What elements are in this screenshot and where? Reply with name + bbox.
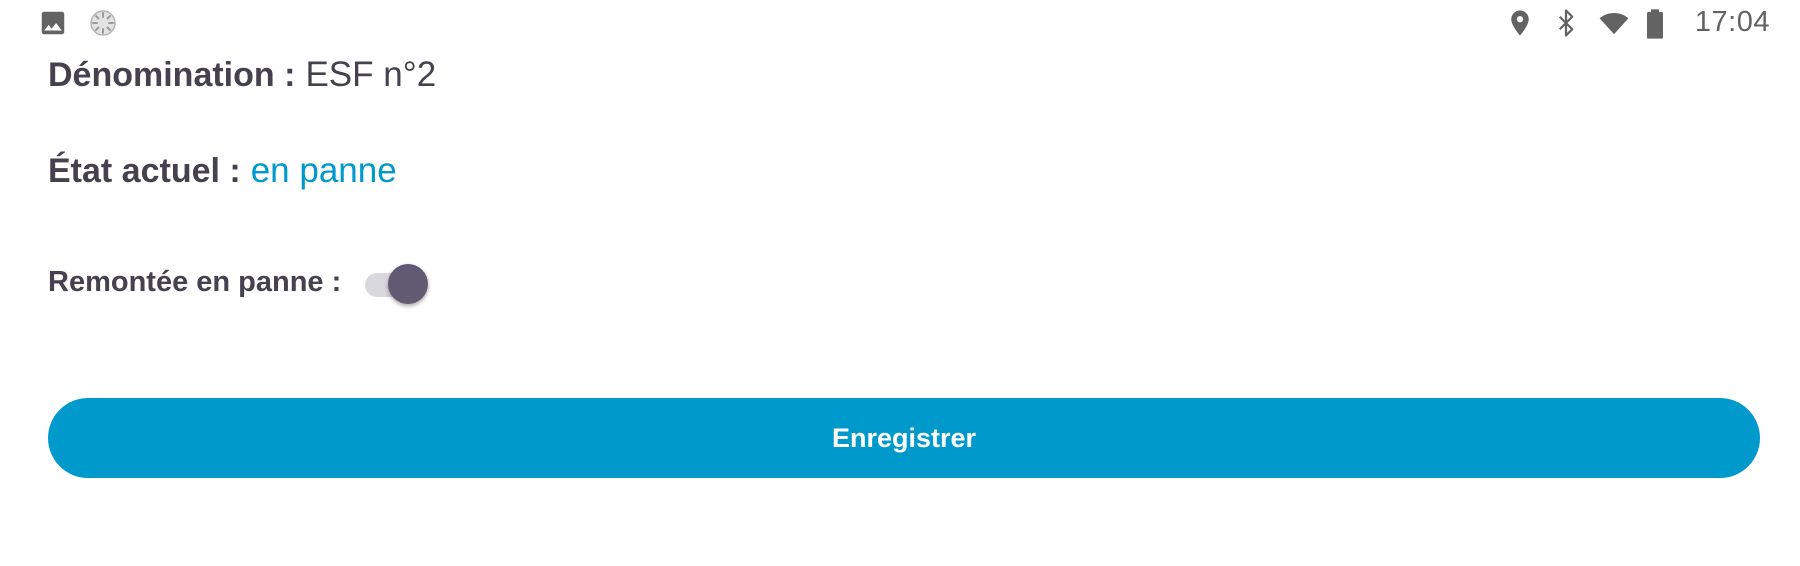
denomination-value: ESF n°2 xyxy=(305,55,437,94)
notification-icons xyxy=(38,8,118,38)
denomination-label: Dénomination : xyxy=(48,55,296,94)
etat-row: État actuel : en panne xyxy=(48,146,397,196)
status-bar: 17:04 xyxy=(0,0,1800,48)
bluetooth-icon xyxy=(1551,8,1581,38)
etat-value: en panne xyxy=(250,151,397,190)
remontee-label: Remontée en panne : xyxy=(48,265,342,298)
denomination-row: Dénomination : ESF n°2 xyxy=(48,50,436,100)
remontee-toggle[interactable] xyxy=(363,260,431,304)
etat-label: État actuel : xyxy=(48,151,241,190)
image-icon xyxy=(38,8,68,38)
loading-icon xyxy=(88,8,118,38)
location-icon xyxy=(1505,8,1535,38)
remontee-row: Remontée en panne : xyxy=(48,258,431,306)
app-screen: 17:04 Dénomination : ESF n°2 État actuel… xyxy=(0,0,1800,566)
wifi-icon xyxy=(1597,8,1629,38)
system-icons: 17:04 xyxy=(1505,6,1770,39)
toggle-thumb xyxy=(388,264,429,304)
battery-icon xyxy=(1643,8,1673,39)
clock-time: 17:04 xyxy=(1694,6,1770,38)
save-button[interactable]: Enregistrer xyxy=(48,398,1760,478)
